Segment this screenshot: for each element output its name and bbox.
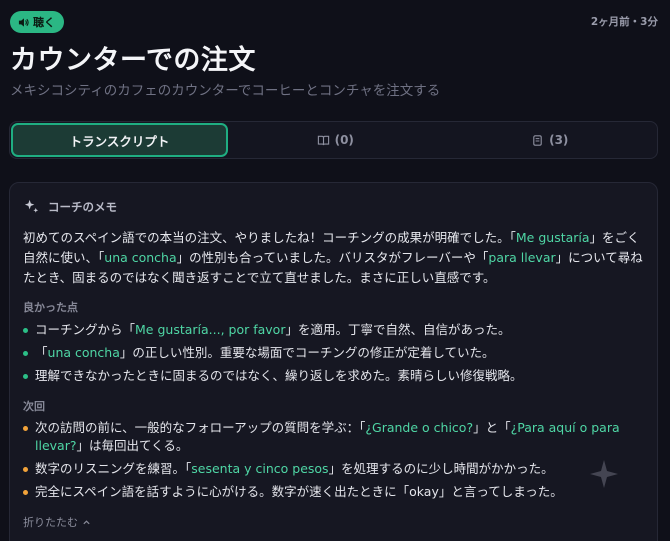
book-icon <box>317 135 329 145</box>
coach-note-card: コーチのメモ 初めてのスペイン語での本当の注文、やりましたね！コーチングの成果が… <box>9 182 658 541</box>
collapse-button[interactable]: 折りたたむ <box>23 514 91 530</box>
list-item: 「una concha」の正しい性別。重要な場面でコーチングの修正が定着していた… <box>23 344 648 362</box>
lesson-meta: 2ヶ月前・3分 <box>590 16 658 28</box>
speaker-icon <box>18 17 29 27</box>
tab-transcript-label: トランスクリプト <box>69 133 170 149</box>
tab-flashcards-label: (3) <box>549 133 569 147</box>
list-item: コーチングから「Me gustaría..., por favor」を適用。丁寧… <box>23 321 648 339</box>
list-item: 次の訪問の前に、一般的なフォローアップの質問を学ぶ：「¿Grande o chi… <box>23 419 648 455</box>
tab-bar: トランスクリプト (0) (3) <box>9 121 658 159</box>
coach-note-heading: コーチのメモ <box>48 199 117 214</box>
collapse-label: 折りたたむ <box>23 516 78 529</box>
next-time-list: 次の訪問の前に、一般的なフォローアップの質問を学ぶ：「¿Grande o chi… <box>23 419 648 506</box>
page-subtitle: メキシコシティのカフェのカウンターでコーヒーとコンチャを注文する <box>10 83 441 99</box>
coach-note-header: コーチのメモ <box>23 198 117 215</box>
next-time-label: 次回 <box>23 400 45 413</box>
tab-transcript[interactable]: トランスクリプト <box>11 123 228 157</box>
listen-label: 聴く <box>33 16 55 29</box>
tab-vocabulary-label: (0) <box>334 133 354 147</box>
tab-vocabulary[interactable]: (0) <box>228 122 443 158</box>
good-points-list: コーチングから「Me gustaría..., por favor」を適用。丁寧… <box>23 321 648 390</box>
tab-flashcards[interactable]: (3) <box>443 122 658 158</box>
chevron-up-icon <box>83 519 90 524</box>
list-item: 数字のリスニングを練習。「sesenta y cinco pesos」を処理する… <box>23 460 648 478</box>
list-item: 完全にスペイン語を話すように心がける。数字が速く出たときに「okay」と言ってし… <box>23 483 648 501</box>
coach-note-intro: 初めてのスペイン語での本当の注文、やりましたね！コーチングの成果が明確でした。「… <box>23 230 643 285</box>
sparkle-decoration-icon <box>590 460 618 488</box>
sparkle-icon <box>24 199 39 213</box>
flashcards-icon <box>533 134 542 146</box>
good-points-label: 良かった点 <box>23 301 78 314</box>
list-item: 理解できなかったときに固まるのではなく、繰り返しを求めた。素晴らしい修復戦略。 <box>23 367 648 385</box>
listen-button[interactable]: 聴く <box>10 11 64 33</box>
page-title: カウンターでの注文 <box>10 45 256 76</box>
